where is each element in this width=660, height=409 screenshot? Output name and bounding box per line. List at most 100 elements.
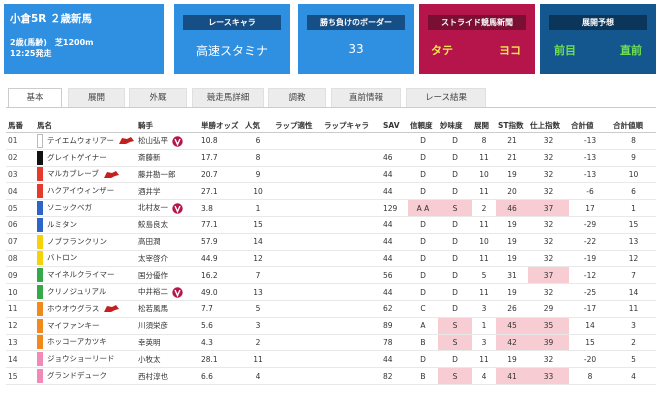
- horse-name-link[interactable]: ハクアイウィンザー: [43, 186, 114, 195]
- horse-number: 01: [6, 132, 35, 150]
- border-card[interactable]: 勝ち負けのボーダー 33: [298, 4, 414, 74]
- sav-value: 44: [381, 283, 408, 301]
- horse-name-cell[interactable]: ジョウショーリード: [35, 350, 136, 369]
- chokuzen-link[interactable]: 直前: [620, 42, 642, 58]
- popularity: 9: [243, 166, 273, 184]
- tate-link[interactable]: タテ: [431, 42, 453, 58]
- col-header: 展開: [472, 118, 496, 133]
- horse-name-cell[interactable]: マルカブレーブ: [35, 166, 136, 184]
- table-row[interactable]: 05 ソニックベガ 北村友一 3.8 1 129 A A S 2 46 37 17 1: [6, 199, 656, 217]
- horse-number: 08: [6, 250, 35, 268]
- horse-name-cell[interactable]: テイエムウォリアー: [35, 132, 136, 150]
- col-header: 馬名: [35, 118, 136, 133]
- horse-name-cell[interactable]: マイファンキー: [35, 317, 136, 335]
- total-rank: 11: [611, 300, 656, 318]
- card-header: レースキャラ: [183, 15, 281, 30]
- stride-newspaper-card[interactable]: ストライド競馬新聞 タテ ヨコ: [419, 4, 535, 74]
- lap-aptitude: [273, 350, 322, 369]
- myomi-degree: S: [438, 199, 472, 217]
- v-badge-icon: [172, 287, 183, 298]
- tab-gaikyu[interactable]: 外厩: [129, 88, 187, 107]
- st-index: 21: [496, 149, 528, 167]
- total-rank: 14: [611, 283, 656, 301]
- table-row[interactable]: 10 クリノジュリアル 中井裕二 49.0 13 44 D D 11 19 32 -25 14: [6, 283, 656, 301]
- horse-name-link[interactable]: クリノジュリアル: [43, 287, 106, 296]
- tab-horse-detail[interactable]: 競走馬詳細: [192, 88, 264, 107]
- st-index: 21: [496, 132, 528, 150]
- horse-name-link[interactable]: ホウオウグラス: [43, 304, 99, 313]
- st-index: 19: [496, 166, 528, 184]
- horse-name-link[interactable]: グレイトゲイナー: [43, 153, 107, 162]
- win-odds: 16.2: [199, 266, 243, 285]
- horse-name-cell[interactable]: ホウオウグラス: [35, 300, 136, 318]
- horse-name-link[interactable]: ジョウショーリード: [43, 354, 115, 363]
- race-character-card[interactable]: レースキャラ 高速スタミナ: [174, 4, 290, 74]
- jockey-name: 藤井勘一郎: [136, 166, 199, 184]
- horse-name-link[interactable]: マイネルクライマー: [43, 270, 115, 279]
- total-rank: 2: [611, 334, 656, 352]
- col-header: 馬番: [6, 118, 35, 133]
- reliability: D: [408, 266, 438, 285]
- horse-name-link[interactable]: グランドデューク: [43, 371, 107, 380]
- tenkai-value: 4: [472, 367, 496, 385]
- horse-name-link[interactable]: ホッコーアカツキ: [43, 337, 107, 346]
- table-row[interactable]: 15 グランドデューク 西村淳也 6.6 4 82 B S 4 41 33 8 4: [6, 367, 656, 385]
- st-index: 19: [496, 283, 528, 301]
- lap-character: [322, 317, 381, 335]
- horse-name-cell[interactable]: ハクアイウィンザー: [35, 182, 136, 201]
- horse-name-cell[interactable]: グランドデューク: [35, 367, 136, 385]
- horse-name-cell[interactable]: バトロン: [35, 250, 136, 268]
- horse-name-link[interactable]: ルミタン: [43, 220, 77, 229]
- tab-latest-info[interactable]: 直前情報: [331, 88, 401, 107]
- tab-basic[interactable]: 基本: [8, 88, 62, 107]
- horse-name-link[interactable]: ノブフランクリン: [43, 237, 107, 246]
- table-row[interactable]: 09 マイネルクライマー 国分優作 16.2 7 56 D D 5 31 37 -12 7: [6, 266, 656, 285]
- yoko-link[interactable]: ヨコ: [499, 42, 521, 58]
- col-header: 人気: [243, 118, 273, 133]
- horse-name-cell[interactable]: クリノジュリアル: [35, 283, 136, 301]
- table-row[interactable]: 14 ジョウショーリード 小牧太 28.1 11 44 D D 11 19 32 -20 5: [6, 350, 656, 369]
- horse-number: 10: [6, 283, 35, 301]
- table-row[interactable]: 12 マイファンキー 川須栄彦 5.6 3 89 A S 1 45 35 14 3: [6, 317, 656, 335]
- table-row[interactable]: 07 ノブフランクリン 高田潤 57.9 14 44 D D 10 19 32 -22 13: [6, 233, 656, 251]
- table-row[interactable]: 11 ホウオウグラス 松若風馬 7.7 5 62 C D 3 26 29 -17 11: [6, 300, 656, 318]
- reliability: D: [408, 166, 438, 184]
- lap-character: [322, 250, 381, 268]
- sav-value: [381, 132, 408, 150]
- tenkai-value: 10: [472, 166, 496, 184]
- maeme-link[interactable]: 前目: [554, 42, 576, 58]
- table-row[interactable]: 02 グレイトゲイナー 斎藤新 17.7 8 46 D D 11 21 32 -13 9: [6, 149, 656, 167]
- horse-name-cell[interactable]: ホッコーアカツキ: [35, 334, 136, 352]
- horse-name-link[interactable]: バトロン: [43, 253, 77, 262]
- table-row[interactable]: 01 テイエムウォリアー 松山弘平 10.8 6 D D 8 21 32 -13 8: [6, 132, 656, 150]
- v-badge-icon: [172, 135, 183, 147]
- lap-aptitude: [273, 216, 322, 234]
- table-row[interactable]: 04 ハクアイウィンザー 酒井学 27.1 10 44 D D 11 20 32 -6 6: [6, 182, 656, 201]
- tenkai-forecast-card[interactable]: 展開予想 前目 直前: [540, 4, 656, 74]
- lap-character: [322, 266, 381, 285]
- tab-training[interactable]: 調教: [268, 88, 326, 107]
- horse-name-cell[interactable]: ソニックベガ: [35, 199, 136, 217]
- myomi-degree: D: [438, 132, 472, 150]
- tab-race-result[interactable]: レース結果: [406, 88, 486, 107]
- table-row[interactable]: 06 ルミタン 鮫島良太 77.1 15 44 D D 11 19 32 -29 15: [6, 216, 656, 234]
- popularity: 5: [243, 300, 273, 318]
- col-header: 単勝オッズ: [199, 118, 243, 133]
- jockey-text: 中井裕二: [138, 287, 168, 297]
- table-row[interactable]: 13 ホッコーアカツキ 幸英明 4.3 2 78 B S 3 42 39 15 2: [6, 334, 656, 352]
- horse-name-cell[interactable]: マイネルクライマー: [35, 266, 136, 285]
- total-value: -13: [569, 132, 611, 150]
- table-row[interactable]: 03 マルカブレーブ 藤井勘一郎 20.7 9 44 D D 10 19 32 -13 10: [6, 166, 656, 184]
- horse-name-link[interactable]: マイファンキー: [43, 321, 100, 330]
- col-header: 妙味度: [438, 118, 472, 133]
- horse-name-link[interactable]: ソニックベガ: [43, 203, 92, 212]
- horse-name-cell[interactable]: グレイトゲイナー: [35, 149, 136, 167]
- tab-tenkai[interactable]: 展開: [68, 88, 125, 107]
- horse-name-cell[interactable]: ノブフランクリン: [35, 233, 136, 251]
- lap-aptitude: [273, 149, 322, 167]
- table-row[interactable]: 08 バトロン 太宰啓介 44.9 12 44 D D 11 19 32 -19 12: [6, 250, 656, 268]
- horse-name-link[interactable]: テイエムウォリアー: [43, 136, 114, 145]
- total-value: -20: [569, 350, 611, 369]
- horse-name-cell[interactable]: ルミタン: [35, 216, 136, 234]
- horse-name-link[interactable]: マルカブレーブ: [43, 169, 99, 178]
